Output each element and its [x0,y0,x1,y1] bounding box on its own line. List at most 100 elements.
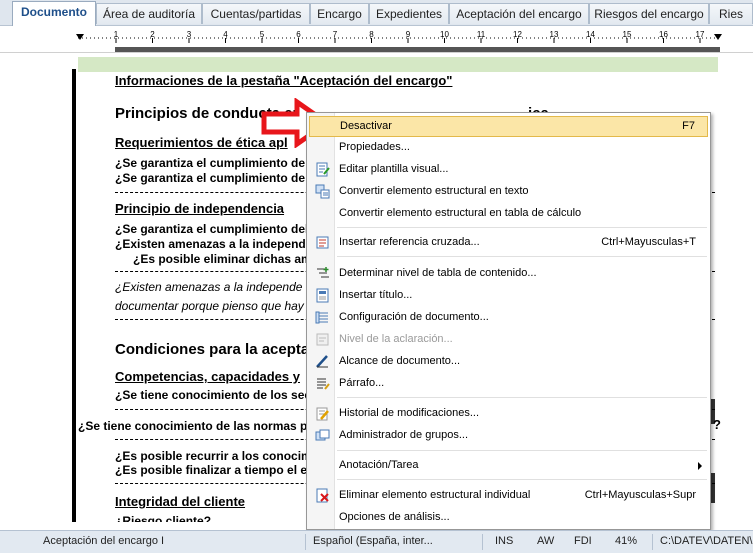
menu-item-referencia-cruzada[interactable]: Insertar referencia cruzada... Ctrl+Mayu… [309,232,708,253]
context-menu: Desactivar F7 Propiedades... Editar plan… [306,112,711,530]
menu-item-label: Propiedades... [339,141,410,153]
question: ¿Es posible finalizar a tiempo el en [115,463,315,477]
tab-aceptacion-encargo[interactable]: Aceptación del encargo [449,3,589,24]
menu-item-parrafo[interactable]: Párrafo... [309,373,708,394]
status-divider [652,534,653,550]
menu-item-label: Eliminar elemento estructural individual [339,489,531,501]
menu-item-label: Anotación/Tarea [339,459,419,471]
ruler-number: 10 [440,30,449,39]
tab-expedientes[interactable]: Expedientes [369,3,449,24]
menu-item-alcance[interactable]: Alcance de documento... [309,351,708,372]
left-indent-marker[interactable] [76,34,84,40]
question: ¿Riesgo cliente? [115,514,212,522]
menu-item-eliminar[interactable]: Eliminar elemento estructural individual… [309,485,708,506]
menu-item-nivel-aclaracion: Nivel de la aclaración... [309,329,708,350]
group-manager-icon [315,429,330,441]
status-context: Aceptación del encargo I [43,535,165,547]
question: ¿Es posible eliminar dichas am [133,252,312,266]
tab-area-auditoria[interactable]: Área de auditoría [96,3,202,24]
ruler[interactable]: 123456789101112131415161718 [0,26,753,53]
menu-item-anotacion-tarea[interactable]: Anotación/Tarea [309,455,708,476]
menu-item-opciones-analisis[interactable]: Opciones de análisis... [309,507,708,528]
menu-item-label: Determinar nivel de tabla de contenido..… [339,267,537,279]
ruler-number: 9 [406,30,411,39]
italic-note: documentar porque pienso que hay [115,299,304,313]
menu-item-historial[interactable]: Historial de modificaciones... [309,403,708,424]
menu-item-convertir-tabla[interactable]: Convertir elemento estructural en tabla … [309,203,708,224]
menu-item-nivel-tabla[interactable]: Determinar nivel de tabla de contenido..… [309,263,708,284]
ruler-number: 12 [513,30,522,39]
ruler-number: 15 [623,30,632,39]
edit-template-icon [316,162,330,177]
toc-level-icon [317,267,329,278]
menu-item-configuracion[interactable]: Configuración de documento... [309,307,708,328]
italic-note: ¿Existen amenazas a la independe [115,280,303,294]
cross-reference-icon [316,236,329,249]
menu-item-label: Convertir elemento estructural en texto [339,185,529,197]
tab-bar: Documento Área de auditoría Cuentas/part… [0,0,753,26]
tab-cuentas-partidas[interactable]: Cuentas/partidas [202,3,310,24]
menu-item-label: Administrador de grupos... [339,429,469,441]
status-language[interactable]: Español (España, inter... [313,535,433,547]
menu-item-insertar-titulo[interactable]: Insertar título... [309,285,708,306]
status-zoom[interactable]: 41% [615,535,637,547]
menu-item-label: Alcance de documento... [339,355,461,367]
ruler-number: 11 [477,30,486,39]
menu-item-label: Convertir elemento estructural en tabla … [339,207,582,219]
submenu-arrow-icon [698,462,702,470]
menu-separator [337,450,707,451]
ruler-number: 4 [223,30,228,39]
menu-item-label: Insertar referencia cruzada... [339,236,480,248]
question: ¿Existen amenazas a la independe [115,237,313,251]
question: ¿Se garantiza el cumplimiento de [115,156,306,170]
menu-item-editar-plantilla[interactable]: Editar plantilla visual... [309,159,708,180]
document-scope-icon [316,355,328,368]
clarification-level-icon [316,333,329,346]
menu-item-shortcut: Ctrl+Mayusculas+T [601,236,696,248]
menu-item-label: Opciones de análisis... [339,511,450,523]
menu-item-label: Desactivar [340,120,392,132]
menu-item-shortcut: F7 [682,120,695,132]
ruler-number: 5 [260,30,265,39]
menu-item-administrador-grupos[interactable]: Administrador de grupos... [309,425,708,446]
subheading-integrity: Integridad del cliente [115,494,246,509]
tab-encargo[interactable]: Encargo [310,3,369,24]
menu-item-label: Párrafo... [339,377,385,389]
insert-title-icon [316,288,329,303]
question: ¿Es posible recurrir a los conocim [115,449,312,463]
ruler-number: 2 [150,30,155,39]
ruler-number: 1 [114,30,119,39]
status-bar: Aceptación del encargo I Español (España… [0,530,753,553]
status-aw[interactable]: AW [537,535,554,547]
menu-item-desactivar[interactable]: Desactivar F7 [309,116,708,137]
menu-separator [337,227,707,228]
tab-riesgos-encargo[interactable]: Riesgos del encargo [589,3,709,24]
right-indent-marker[interactable] [714,34,722,40]
menu-item-convertir-texto[interactable]: Convertir elemento estructural en texto [309,181,708,202]
section-green-band [78,57,718,72]
ruler-number: 13 [550,30,559,39]
ruler-number: 7 [333,30,338,39]
menu-item-label: Editar plantilla visual... [339,163,449,175]
ruler-number: 6 [296,30,301,39]
question-wide-end: ? [713,417,721,432]
question: ¿Se garantiza el cumplimiento del [115,222,309,236]
ruler-number: 8 [369,30,374,39]
section-heading: Condiciones para la acepta [115,341,310,358]
menu-separator [337,397,707,398]
history-icon [316,407,329,421]
margin-marker [711,473,715,503]
status-fdi[interactable]: FDI [574,535,592,547]
menu-item-label: Configuración de documento... [339,311,489,323]
convert-text-icon [315,184,330,199]
tab-riesgos-partial[interactable]: Ries [709,3,753,24]
status-path: C:\DATEV\DATEN\ [660,535,753,547]
status-ins[interactable]: INS [495,535,513,547]
menu-item-propiedades[interactable]: Propiedades... [309,137,708,158]
document-settings-icon [315,311,328,324]
tab-documento[interactable]: Documento [12,1,96,26]
ruler-number: 17 [696,30,705,39]
ruler-scale: 123456789101112131415161718 [78,30,718,43]
menu-item-label: Insertar título... [339,289,413,301]
ruler-number: 16 [659,30,668,39]
